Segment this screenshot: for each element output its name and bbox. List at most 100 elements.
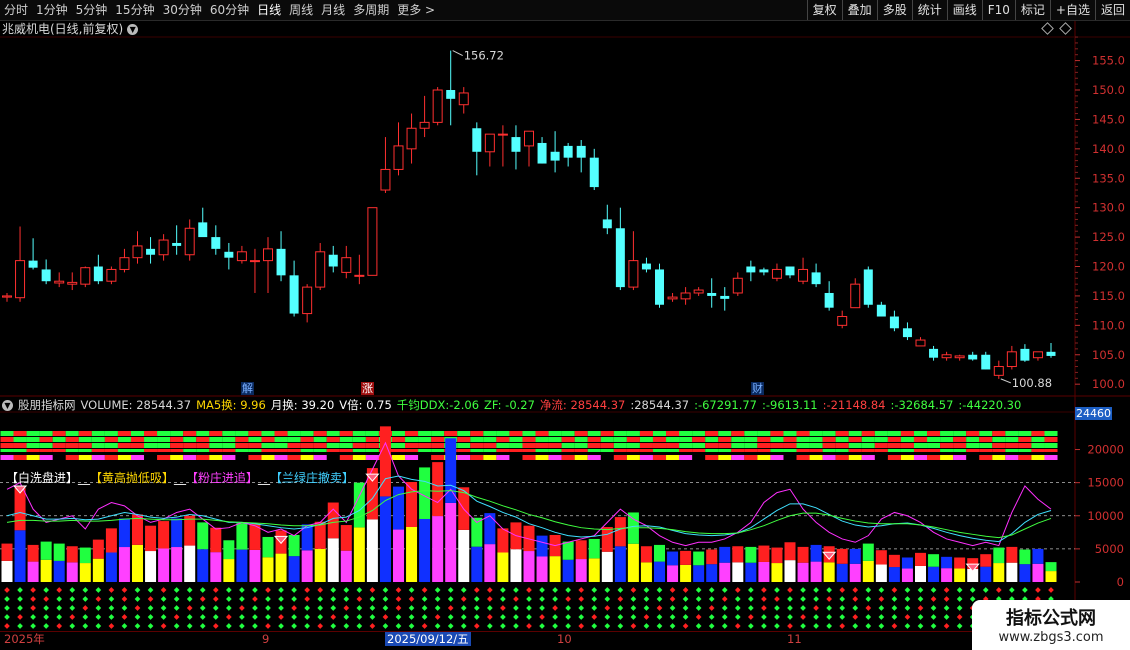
candle-body <box>746 266 756 273</box>
dot-marker <box>956 614 963 620</box>
signal-band-cell <box>39 455 53 460</box>
dot-marker <box>839 605 846 611</box>
signal-band-cell <box>992 455 1006 460</box>
signal-band-cell <box>731 443 745 448</box>
dot-marker <box>278 587 284 593</box>
signal-band-cell <box>679 431 693 436</box>
volume-bar-lower <box>197 549 209 582</box>
dot-marker <box>343 596 350 602</box>
signal-band-cell <box>391 443 406 448</box>
dot-marker <box>369 623 376 629</box>
signal-band-cell <box>900 443 914 448</box>
price-tick-label: 100.0 <box>1092 377 1125 391</box>
dot-marker <box>160 587 167 593</box>
signal-band-cell <box>796 449 810 452</box>
dot-marker <box>121 596 128 602</box>
candle-body <box>406 127 417 150</box>
dot-marker <box>904 623 911 629</box>
dot-marker <box>787 605 793 611</box>
dot-marker <box>278 596 284 602</box>
volume-bar-lower <box>928 566 940 582</box>
dot-marker <box>748 605 754 611</box>
dot-marker <box>95 605 102 611</box>
signal-band-cell <box>848 449 862 452</box>
signal-band-cell <box>39 437 53 442</box>
dot-marker <box>826 623 832 629</box>
candle-body <box>132 245 143 259</box>
signal-band-cell <box>966 431 980 436</box>
dot-marker <box>643 587 650 593</box>
signal-band-cell <box>52 449 66 452</box>
dot-marker <box>734 596 741 602</box>
dot-marker <box>800 623 806 629</box>
signal-band-cell <box>848 443 862 448</box>
signal-band-cell <box>548 449 562 452</box>
dot-marker <box>695 605 702 611</box>
candle-body <box>263 248 273 262</box>
signal-band-cell <box>809 443 823 448</box>
event-tag-unlock[interactable]: 解 <box>241 382 254 395</box>
indicator-value-2: :-67291.77 <box>694 398 757 412</box>
volume-bar-lower <box>601 551 613 582</box>
signal-band-cell <box>874 431 888 436</box>
volume-bar-upper <box>536 535 548 557</box>
candle-body <box>811 272 821 285</box>
signal-band-cell <box>0 455 14 460</box>
candle-body <box>184 227 195 256</box>
signal-band-cell <box>1044 431 1058 436</box>
dot-marker <box>487 605 493 611</box>
volume-bar-lower <box>27 561 39 582</box>
signal-band-cell <box>496 443 510 448</box>
signal-band-cell <box>887 443 901 448</box>
signal-band-cell <box>274 431 288 436</box>
chevron-down-icon[interactable]: ▼ <box>2 399 13 411</box>
dot-marker <box>199 623 206 629</box>
high-pointer <box>452 50 463 57</box>
dot-marker <box>865 596 872 602</box>
dot-marker <box>460 623 467 629</box>
signal-band-cell <box>0 449 14 452</box>
dot-marker <box>943 587 950 593</box>
signal-band-cell <box>887 431 901 436</box>
dot-marker <box>356 623 363 629</box>
signal-band-cell <box>365 449 379 452</box>
dot-marker <box>630 587 637 593</box>
dot-marker <box>865 623 872 629</box>
event-tag-limit-up[interactable]: 涨 <box>361 382 374 395</box>
dot-marker <box>617 605 624 611</box>
signal-band-cell <box>52 431 66 436</box>
dot-marker <box>787 623 793 629</box>
signal-band-cell <box>52 443 66 448</box>
signal-band-cell <box>783 437 797 442</box>
dot-marker <box>513 587 519 593</box>
volume-bar-lower <box>458 529 470 582</box>
candle-body <box>1006 351 1017 368</box>
dot-marker <box>369 605 376 611</box>
signal-band-cell <box>457 455 471 460</box>
volume-axis-current: 24460 <box>1075 407 1112 420</box>
dot-marker <box>539 614 545 620</box>
volume-bar-lower <box>901 568 913 582</box>
chart-canvas[interactable]: 155.0 150.0 145.0 140.0 135.0 130.0 125.0 120.0… <box>0 0 1130 650</box>
signal-band-cell <box>626 437 640 442</box>
event-tag-finance[interactable]: 财 <box>751 382 764 395</box>
candle-body <box>1046 351 1056 356</box>
volume-bar-upper <box>836 548 848 564</box>
signal-band-cell <box>196 455 210 460</box>
candle-body <box>106 268 117 282</box>
signal-band-cell <box>548 431 562 436</box>
dot-marker <box>239 605 245 611</box>
dot-marker <box>434 596 441 602</box>
signal-band-cell <box>431 443 445 448</box>
signal-band-cell <box>39 449 53 452</box>
dot-marker <box>265 605 271 611</box>
signal-band-cell <box>953 431 967 436</box>
volume-bar-lower <box>614 546 626 582</box>
zf-label: ZF: <box>484 398 502 412</box>
signal-band-cell <box>235 443 249 448</box>
dot-marker <box>173 623 180 629</box>
signal-band-cell <box>365 437 379 442</box>
signal-band-cell <box>913 443 928 448</box>
signal-band-cell <box>300 431 314 436</box>
signal-band-cell <box>561 443 575 448</box>
